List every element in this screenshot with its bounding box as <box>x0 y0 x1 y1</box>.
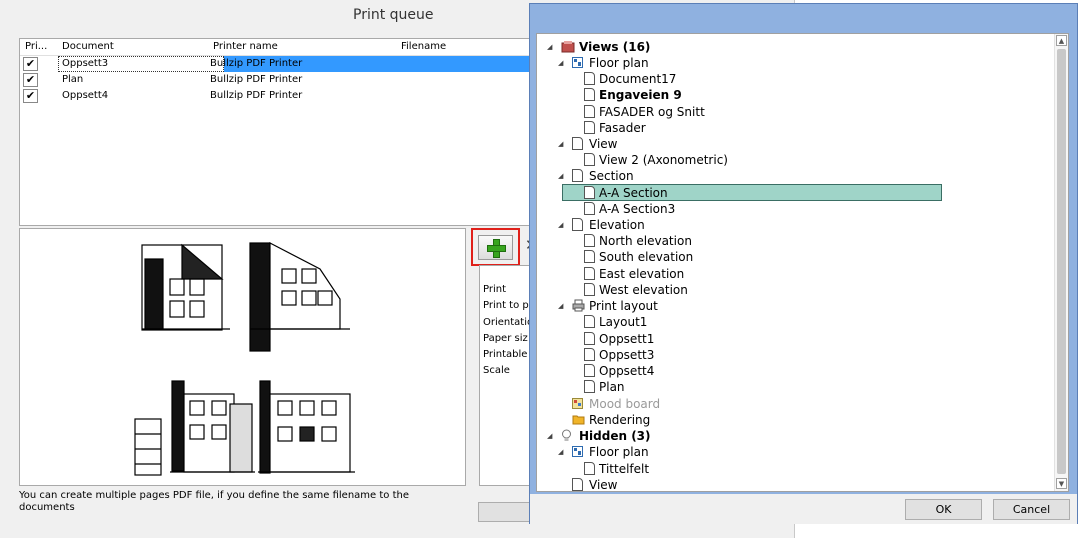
dialog-footer: OK Cancel <box>530 494 1077 524</box>
document-icon <box>572 137 583 150</box>
scroll-thumb[interactable] <box>1057 49 1066 474</box>
page-preview <box>19 228 466 486</box>
mood-board-icon <box>572 398 583 409</box>
print-checkbox[interactable]: ✔ <box>23 89 38 103</box>
document-icon <box>584 250 595 263</box>
print-checkbox[interactable]: ✔ <box>23 57 38 71</box>
table-row[interactable]: ✔ Oppsett4 Bullzip PDF Printer <box>20 88 529 104</box>
properties-panel: Print Print to p Orientatio Paper siz Pr… <box>479 265 531 486</box>
collapse-arrow-icon[interactable]: ◢ <box>547 39 555 55</box>
document-icon <box>584 234 595 247</box>
prop-printable: Printable <box>483 349 528 360</box>
add-button-frame <box>471 228 520 266</box>
document-icon <box>584 462 595 475</box>
add-document-button[interactable] <box>478 235 513 260</box>
document-icon <box>584 267 595 280</box>
prop-orientation: Orientatio <box>483 317 531 328</box>
column-print[interactable]: Pri... <box>25 41 47 52</box>
tree-scrollbar[interactable]: ▲ ▼ <box>1054 34 1068 491</box>
row-document: Plan <box>62 74 84 85</box>
collapse-arrow-icon[interactable]: ◢ <box>558 298 566 314</box>
document-icon <box>584 105 595 118</box>
collapse-arrow-icon[interactable]: ◢ <box>558 55 566 71</box>
ok-button[interactable]: OK <box>905 499 982 520</box>
print-queue-list[interactable]: Pri... Document Printer name Filename ✔ … <box>19 38 530 226</box>
document-icon <box>584 202 595 215</box>
document-icon <box>584 348 595 361</box>
document-icon <box>584 315 595 328</box>
document-icon <box>572 478 583 491</box>
document-icon <box>584 121 595 134</box>
print-queue-button[interactable] <box>478 502 530 522</box>
floor-plan-icon <box>572 446 583 457</box>
cancel-button[interactable]: Cancel <box>993 499 1070 520</box>
document-icon <box>584 332 595 345</box>
collapse-arrow-icon[interactable]: ◢ <box>558 444 566 460</box>
view-tree[interactable]: ◢ Views (16) ◢ Floor plan Document17 Eng… <box>536 33 1069 492</box>
view-picker-dialog: ◢ Views (16) ◢ Floor plan Document17 Eng… <box>529 3 1078 524</box>
collapse-arrow-icon[interactable]: ◢ <box>547 428 555 444</box>
document-icon <box>584 153 595 166</box>
views-icon <box>561 41 575 53</box>
document-icon <box>572 169 583 182</box>
row-printer: Bullzip PDF Printer <box>210 58 303 69</box>
list-header: Pri... Document Printer name Filename <box>20 39 529 56</box>
document-icon <box>584 88 595 101</box>
printer-icon <box>572 299 585 312</box>
print-checkbox[interactable]: ✔ <box>23 73 38 87</box>
document-icon <box>584 364 595 377</box>
row-printer: Bullzip PDF Printer <box>210 74 303 85</box>
folder-icon <box>572 415 585 425</box>
row-document: Oppsett4 <box>62 90 109 101</box>
collapse-arrow-icon[interactable]: ◢ <box>558 217 566 233</box>
table-row[interactable]: ✔ Plan Bullzip PDF Printer <box>20 72 529 88</box>
row-document: Oppsett3 <box>62 58 109 69</box>
floor-plan-icon <box>572 57 583 68</box>
table-row[interactable]: ✔ Oppsett3 Bullzip PDF Printer <box>20 56 529 72</box>
column-document[interactable]: Document <box>62 41 114 52</box>
document-icon <box>584 186 595 199</box>
prop-print-to: Print to p <box>483 300 529 311</box>
column-filename[interactable]: Filename <box>401 41 446 52</box>
pdf-hint: You can create multiple pages PDF file, … <box>19 490 409 513</box>
lightbulb-icon <box>562 429 571 441</box>
scroll-up-icon[interactable]: ▲ <box>1056 35 1067 46</box>
document-icon <box>572 218 583 231</box>
scroll-down-icon[interactable]: ▼ <box>1056 478 1067 489</box>
prop-paper-size: Paper siz <box>483 333 528 344</box>
column-printer-name[interactable]: Printer name <box>213 41 278 52</box>
row-printer: Bullzip PDF Printer <box>210 90 303 101</box>
collapse-arrow-icon[interactable]: ◢ <box>558 136 566 152</box>
prop-scale: Scale <box>483 365 510 376</box>
document-icon <box>584 72 595 85</box>
collapse-arrow-icon[interactable]: ◢ <box>558 168 566 184</box>
building-drawings-image <box>134 242 355 476</box>
document-icon <box>584 283 595 296</box>
prop-print: Print <box>483 284 507 295</box>
document-icon <box>584 380 595 393</box>
print-queue-title: Print queue <box>353 7 434 23</box>
